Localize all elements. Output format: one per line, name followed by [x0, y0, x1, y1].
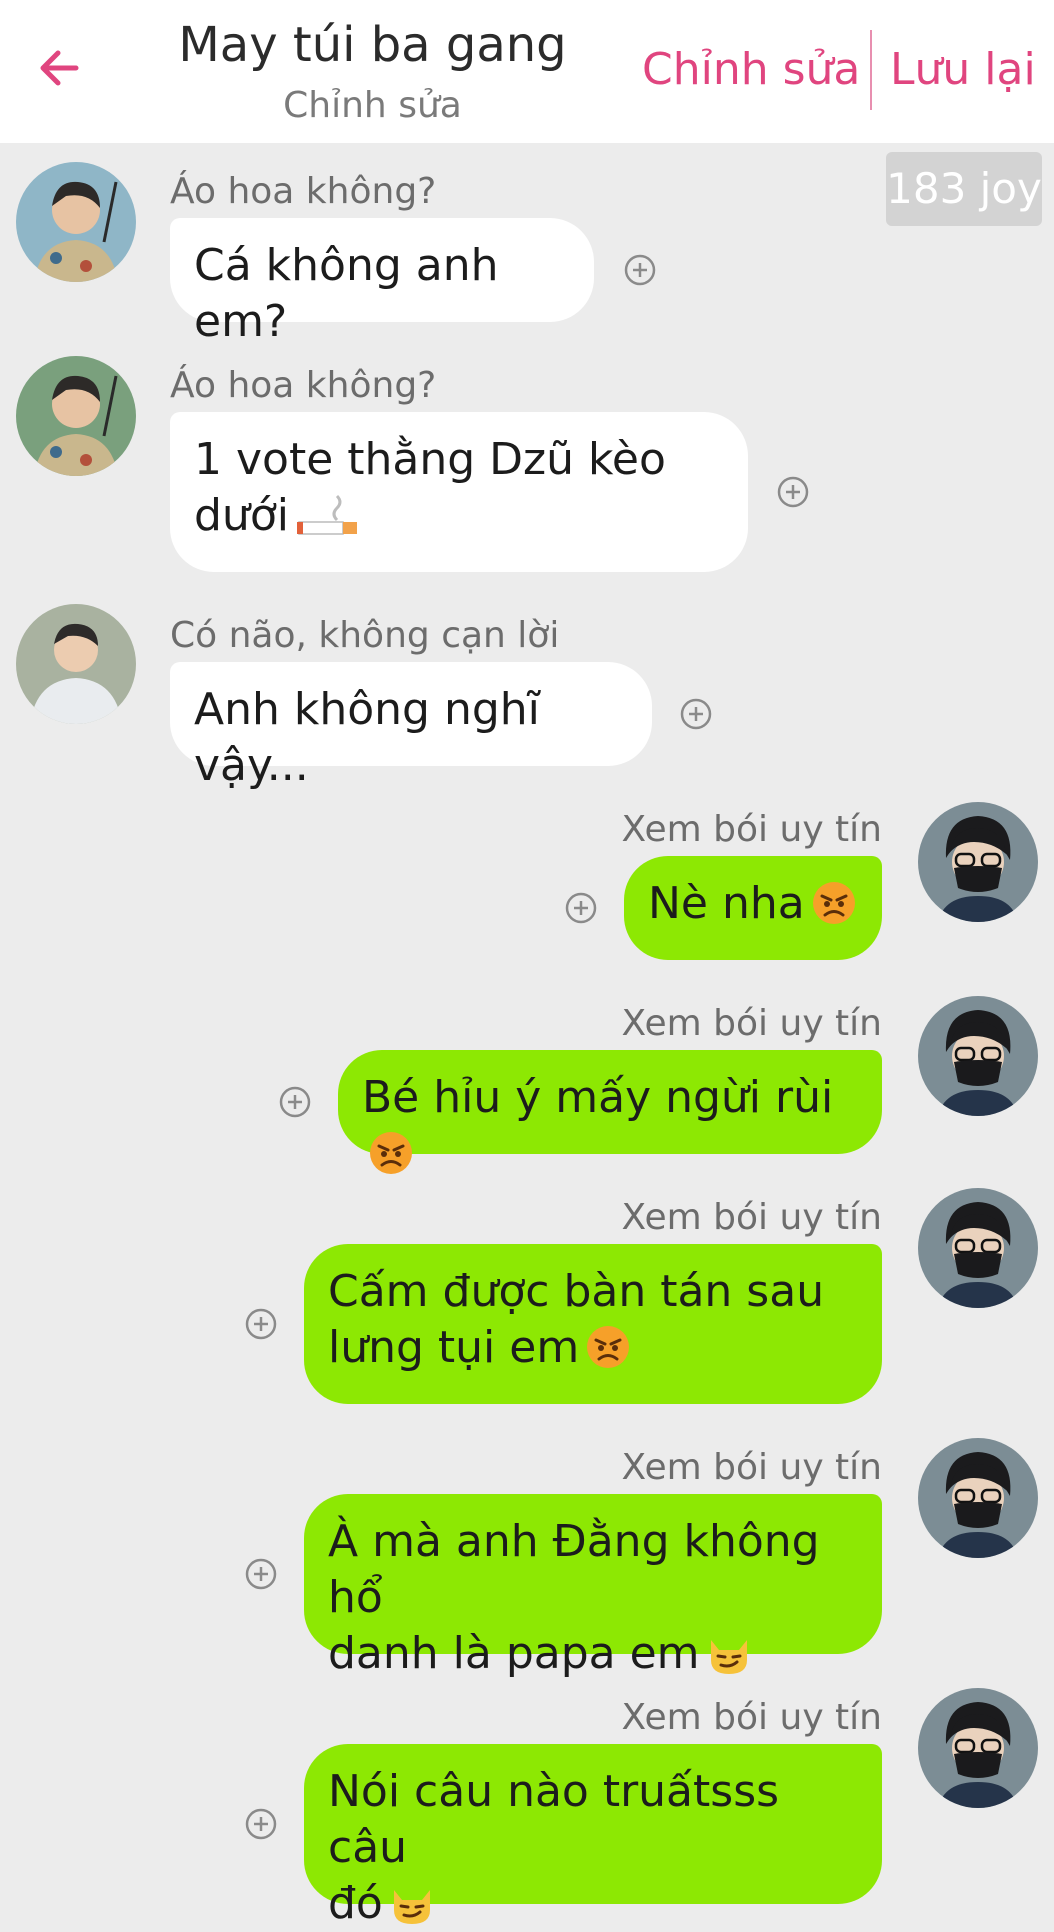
- angry-face-emoji-icon: [370, 1132, 412, 1174]
- angry-face-emoji-icon: [587, 1326, 630, 1368]
- add-reaction-icon[interactable]: [278, 1085, 312, 1119]
- message-text-line: À mà anh Đằng không hổ: [328, 1516, 820, 1623]
- message-text-line: danh là papa em: [328, 1628, 700, 1679]
- avatar[interactable]: [918, 1438, 1038, 1558]
- message-bubble[interactable]: Cá không anh em?: [170, 218, 594, 347]
- message-text-line: lưng tụi em: [328, 1322, 580, 1373]
- avatar[interactable]: [918, 996, 1038, 1116]
- add-reaction-icon[interactable]: [244, 1807, 278, 1841]
- joy-badge: 183 joy: [886, 152, 1042, 226]
- sender-name: Xem bói uy tín: [621, 1197, 882, 1238]
- add-reaction-icon[interactable]: [776, 475, 810, 509]
- sender-name: Xem bói uy tín: [621, 1447, 882, 1488]
- add-reaction-icon[interactable]: [244, 1307, 278, 1341]
- sender-name: Xem bói uy tín: [621, 809, 882, 850]
- message-text-line: đó: [328, 1878, 383, 1929]
- avatar[interactable]: [16, 604, 136, 724]
- avatar[interactable]: [918, 1688, 1038, 1808]
- sender-name: Xem bói uy tín: [621, 1003, 882, 1044]
- message-text: Bé hỉu ý mấy ngừi rùi: [362, 1072, 834, 1123]
- chat-title: May túi ba gang: [178, 17, 567, 73]
- sender-name: Xem bói uy tín: [621, 1697, 882, 1738]
- message-text-line: Cấm được bàn tán sau: [328, 1266, 825, 1317]
- add-reaction-icon[interactable]: [564, 891, 598, 925]
- back-arrow-icon[interactable]: [32, 40, 88, 96]
- sender-name: Có não, không cạn lời: [170, 615, 560, 656]
- add-reaction-icon[interactable]: [244, 1557, 278, 1591]
- message-text-line: dưới: [194, 490, 289, 541]
- message-bubble[interactable]: Nè nha: [624, 856, 882, 960]
- header-divider: [870, 30, 872, 110]
- add-reaction-icon[interactable]: [679, 697, 713, 731]
- sender-name: Áo hoa không?: [170, 365, 437, 406]
- message-bubble[interactable]: Cấm được bàn tán sau lưng tụi em: [304, 1244, 882, 1404]
- message-bubble[interactable]: Bé hỉu ý mấy ngừi rùi: [338, 1050, 882, 1174]
- sender-name: Áo hoa không?: [170, 171, 437, 212]
- cigarette-emoji-icon: [296, 494, 357, 535]
- avatar[interactable]: [918, 1188, 1038, 1308]
- edit-button[interactable]: Chỉnh sửa: [642, 40, 860, 100]
- chat-subtitle: Chỉnh sửa: [283, 85, 462, 126]
- smirking-cat-emoji-icon: [393, 1890, 430, 1924]
- smirking-cat-emoji-icon: [710, 1640, 747, 1674]
- message-text-line: Nói câu nào truấtsss câu: [328, 1766, 780, 1873]
- angry-face-emoji-icon: [812, 882, 855, 924]
- message-text-line: 1 vote thằng Dzũ kèo: [194, 434, 666, 485]
- message-bubble[interactable]: Anh không nghĩ vậy...: [170, 662, 652, 791]
- message-bubble[interactable]: Nói câu nào truấtsss câu đó: [304, 1744, 882, 1929]
- message-text: Nè nha: [648, 878, 805, 929]
- message-bubble[interactable]: 1 vote thằng Dzũ kèo dưới: [170, 412, 748, 572]
- add-reaction-icon[interactable]: [623, 253, 657, 287]
- message-text: Cá không anh em?: [194, 240, 499, 347]
- avatar[interactable]: [16, 356, 136, 476]
- avatar[interactable]: [16, 162, 136, 282]
- chat-header: May túi ba gang Chỉnh sửa Chỉnh sửa Lưu …: [0, 0, 1054, 143]
- save-button[interactable]: Lưu lại: [890, 40, 1036, 100]
- message-text: Anh không nghĩ vậy...: [194, 684, 540, 791]
- message-bubble[interactable]: À mà anh Đằng không hổ danh là papa em: [304, 1494, 882, 1679]
- avatar[interactable]: [918, 802, 1038, 922]
